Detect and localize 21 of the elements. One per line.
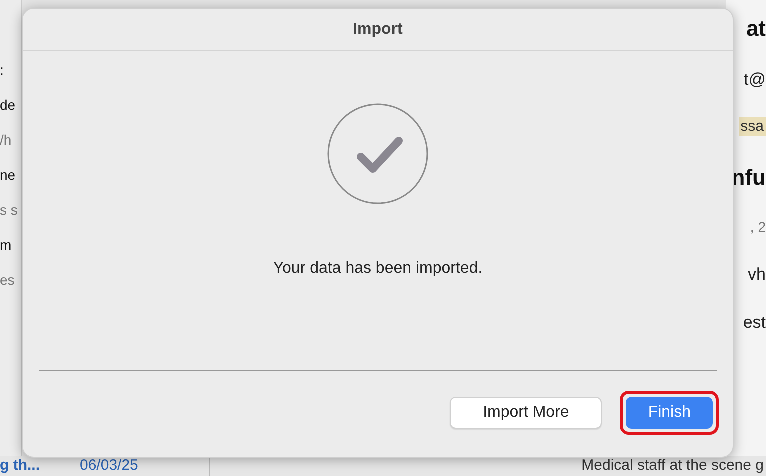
body-text: t@ (744, 70, 766, 89)
body-text: est (743, 313, 766, 332)
success-message: Your data has been imported. (273, 259, 483, 279)
sidebar-text: /h (0, 131, 13, 150)
heading-text: nfu (732, 165, 766, 190)
sidebar-text: , 2 (750, 219, 766, 235)
sidebar-text: s s (0, 201, 19, 220)
message-preview: Medical staff at the scene g (582, 456, 765, 476)
checkmark-circle-icon (327, 103, 429, 205)
sidebar-text: de (0, 96, 17, 115)
message-subject: g th... (0, 456, 41, 476)
dialog-title: Import (23, 9, 733, 51)
import-more-button[interactable]: Import More (450, 397, 602, 429)
sidebar-text: es (0, 271, 16, 290)
finish-button[interactable]: Finish (626, 397, 713, 429)
tag-label: ssa (738, 117, 766, 136)
sidebar-text: m (0, 236, 13, 255)
sidebar-text: : (0, 61, 5, 80)
sidebar-text: ne (0, 166, 17, 185)
heading-text: at (746, 16, 766, 41)
body-text: vh (748, 265, 766, 284)
